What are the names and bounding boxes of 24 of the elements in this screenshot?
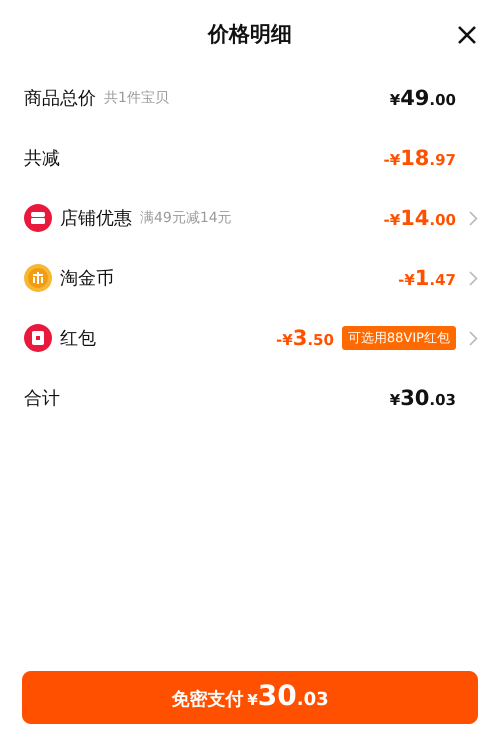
price-amount: -¥3.50 bbox=[276, 326, 334, 350]
coin-icon bbox=[24, 264, 52, 292]
shop-icon bbox=[24, 204, 52, 232]
row-note: 满49元减14元 bbox=[140, 209, 232, 227]
row-label: 红包 bbox=[60, 327, 96, 350]
row-label: 合计 bbox=[24, 387, 60, 410]
price-amount: -¥14.00 bbox=[384, 206, 456, 230]
dialog-title: 价格明细 bbox=[208, 21, 292, 48]
pay-button[interactable]: 免密支付 ¥30.03 bbox=[22, 671, 478, 724]
vip-tag[interactable]: 可选用88VIP红包 bbox=[342, 326, 456, 350]
chevron-icon[interactable] bbox=[469, 210, 478, 226]
price-amount: ¥49.00 bbox=[390, 86, 456, 110]
row-label: 商品总价 bbox=[24, 87, 96, 110]
price-amount: -¥1.47 bbox=[398, 266, 456, 290]
chevron-icon[interactable] bbox=[469, 270, 478, 286]
envelope-icon bbox=[24, 324, 52, 352]
row-label: 共减 bbox=[24, 147, 60, 170]
row-note: 共1件宝贝 bbox=[104, 89, 169, 107]
price-amount: -¥18.97 bbox=[384, 146, 456, 170]
price-amount: ¥30.03 bbox=[390, 386, 456, 410]
row-label: 淘金币 bbox=[60, 267, 114, 290]
close-button[interactable] bbox=[456, 24, 478, 46]
chevron-icon[interactable] bbox=[469, 330, 478, 346]
row-label: 店铺优惠 bbox=[60, 207, 132, 230]
